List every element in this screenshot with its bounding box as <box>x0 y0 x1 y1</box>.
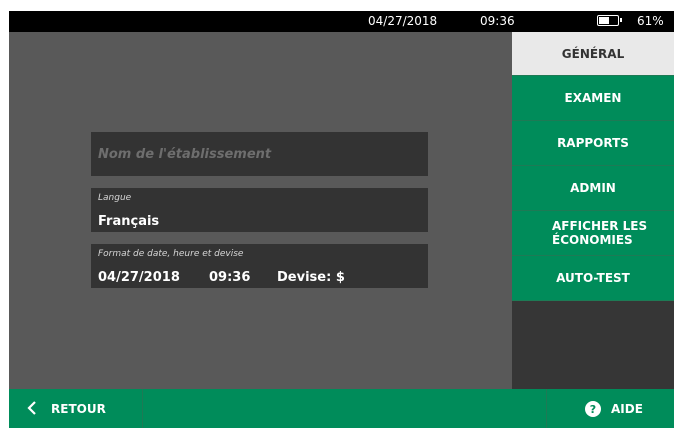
tab-afficher-economies[interactable]: AFFICHER LES ÉCONOMIES <box>512 211 674 256</box>
help-button[interactable]: ? AIDE <box>546 389 674 428</box>
battery-icon <box>597 15 622 26</box>
tab-rapports-label: RAPPORTS <box>557 136 629 150</box>
language-label: Langue <box>98 193 132 203</box>
tab-rapports[interactable]: RAPPORTS <box>512 121 674 166</box>
date-format-time: 09:36 <box>209 270 251 285</box>
status-date: 04/27/2018 <box>368 14 438 28</box>
date-format-field[interactable]: Format de date, heure et devise 04/27/20… <box>91 244 428 288</box>
device-screen: 04/27/2018 09:36 61% Nom de l'établissem… <box>9 11 674 428</box>
tab-general-label: GÉNÉRAL <box>561 46 625 61</box>
battery-percent: 61% <box>637 14 664 28</box>
tab-general[interactable]: GÉNÉRAL <box>512 32 674 76</box>
back-button[interactable]: RETOUR <box>9 389 143 428</box>
date-format-currency: Devise: $ <box>277 270 345 285</box>
facility-name-input[interactable]: Nom de l'établissement <box>91 132 428 176</box>
help-button-label: AIDE <box>611 402 643 416</box>
facility-name-placeholder: Nom de l'établissement <box>98 147 272 162</box>
tab-auto-test[interactable]: AUTO-TEST <box>512 256 674 301</box>
tab-examen[interactable]: EXAMEN <box>512 76 674 121</box>
date-format-date: 04/27/2018 <box>98 270 180 285</box>
tab-admin-label: ADMIN <box>570 181 616 195</box>
bottom-bar: RETOUR ? AIDE <box>9 389 674 428</box>
chevron-left-icon <box>27 400 37 419</box>
date-format-label: Format de date, heure et devise <box>98 249 244 259</box>
settings-nav: GÉNÉRAL EXAMEN RAPPORTS ADMIN AFFICHER L… <box>512 32 674 389</box>
status-bar: 04/27/2018 09:36 61% <box>9 11 674 32</box>
back-button-label: RETOUR <box>51 402 106 416</box>
language-field[interactable]: Langue Français <box>91 188 428 232</box>
tab-auto-test-label: AUTO-TEST <box>556 271 630 285</box>
question-circle-icon: ? <box>585 401 601 417</box>
tab-afficher-economies-label: AFFICHER LES ÉCONOMIES <box>552 219 648 247</box>
tab-examen-label: EXAMEN <box>564 91 622 105</box>
language-value: Français <box>98 214 160 229</box>
tab-admin[interactable]: ADMIN <box>512 166 674 211</box>
status-time: 09:36 <box>480 14 515 28</box>
